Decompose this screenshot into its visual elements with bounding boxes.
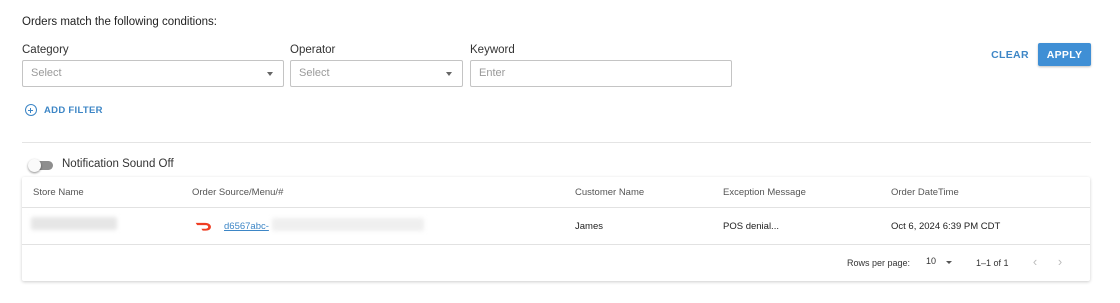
caret-down-icon	[267, 72, 273, 76]
filter-heading: Orders match the following conditions:	[22, 16, 217, 28]
doordash-icon	[195, 222, 211, 231]
caret-down-icon	[446, 72, 452, 76]
row-divider	[22, 244, 1090, 245]
category-placeholder: Select	[31, 67, 62, 79]
redacted-order-details	[272, 218, 424, 231]
operator-label: Operator	[290, 44, 336, 56]
header-divider	[22, 207, 1090, 208]
add-filter-button[interactable]: ADD FILTER	[25, 103, 103, 117]
keyword-input[interactable]: Enter	[470, 60, 732, 87]
column-header-order-datetime[interactable]: Order DateTime	[891, 187, 959, 198]
toggle-knob	[28, 159, 41, 172]
keyword-label: Keyword	[470, 44, 515, 56]
chevron-left-icon[interactable]: ‹	[1028, 255, 1042, 269]
category-select[interactable]: Select	[22, 60, 284, 87]
redacted-store-name	[31, 217, 117, 230]
caret-down-icon	[946, 261, 952, 264]
notification-sound-label: Notification Sound Off	[62, 158, 174, 170]
order-datetime-cell: Oct 6, 2024 6:39 PM CDT	[891, 221, 1001, 232]
column-header-customer-name[interactable]: Customer Name	[575, 187, 644, 198]
add-filter-label: ADD FILTER	[44, 104, 103, 116]
exception-message-cell: POS denial...	[723, 221, 779, 232]
divider	[22, 142, 1091, 143]
notification-sound-toggle[interactable]	[28, 159, 55, 172]
order-number-link[interactable]: d6567abc-	[224, 221, 269, 232]
add-circle-icon	[25, 104, 37, 116]
chevron-right-icon[interactable]: ›	[1053, 255, 1067, 269]
rows-per-page-label: Rows per page:	[847, 258, 911, 268]
customer-name-cell: James	[575, 221, 603, 232]
rows-per-page-value: 10	[926, 256, 937, 266]
operator-placeholder: Select	[299, 67, 330, 79]
pagination-range: 1–1 of 1	[976, 258, 1009, 268]
rows-per-page-select[interactable]: 10	[926, 256, 952, 270]
column-header-order-source[interactable]: Order Source/Menu/#	[192, 187, 283, 198]
clear-button[interactable]: CLEAR	[984, 44, 1036, 66]
category-label: Category	[22, 44, 69, 56]
operator-select[interactable]: Select	[290, 60, 463, 87]
apply-button[interactable]: APPLY	[1038, 43, 1091, 66]
orders-table: Store Name Order Source/Menu/# Customer …	[22, 177, 1090, 281]
column-header-store-name[interactable]: Store Name	[33, 187, 84, 198]
column-header-exception-message[interactable]: Exception Message	[723, 187, 806, 198]
keyword-placeholder: Enter	[479, 67, 506, 79]
